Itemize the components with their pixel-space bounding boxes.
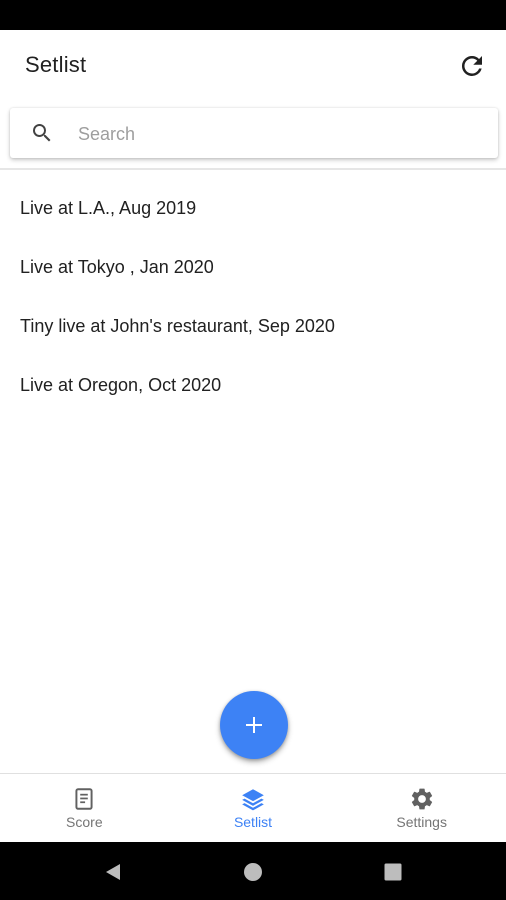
setlist-item[interactable]: Live at Oregon, Oct 2020 [0,356,506,415]
layers-icon [242,789,264,811]
plus-icon [246,717,262,733]
nav-label-score: Score [66,814,103,830]
status-bar [0,0,506,30]
page-title: Setlist [25,52,87,77]
back-button[interactable] [101,860,125,884]
system-nav-bar [0,842,506,900]
recents-button[interactable] [381,860,405,884]
add-setlist-button[interactable] [220,691,288,759]
recents-icon [384,863,402,881]
nav-item-setlist[interactable]: Setlist [169,774,338,842]
nav-label-setlist: Setlist [233,814,273,830]
gear-icon [411,788,432,810]
bottom-nav: Score Setlist Settings [0,773,506,842]
search-bar[interactable] [10,108,498,158]
home-icon [244,863,262,881]
search-icon [33,124,51,142]
setlist-item[interactable]: Live at Tokyo , Jan 2020 [0,238,506,297]
refresh-icon [461,55,482,76]
setlist-item[interactable]: Tiny live at John's restaurant, Sep 2020 [0,297,506,356]
nav-label-settings: Settings [396,814,447,830]
divider [0,168,506,170]
home-button[interactable] [241,860,265,884]
back-icon [106,864,120,880]
nav-item-score[interactable]: Score [0,774,169,842]
refresh-button[interactable] [456,50,488,82]
score-icon [75,788,93,810]
search-input[interactable] [76,116,480,152]
setlist-item[interactable]: Live at L.A., Aug 2019 [0,179,506,238]
setlist-list: Live at L.A., Aug 2019 Live at Tokyo , J… [0,179,506,415]
nav-item-settings[interactable]: Settings [337,774,506,842]
app-bar: Setlist [0,30,506,100]
